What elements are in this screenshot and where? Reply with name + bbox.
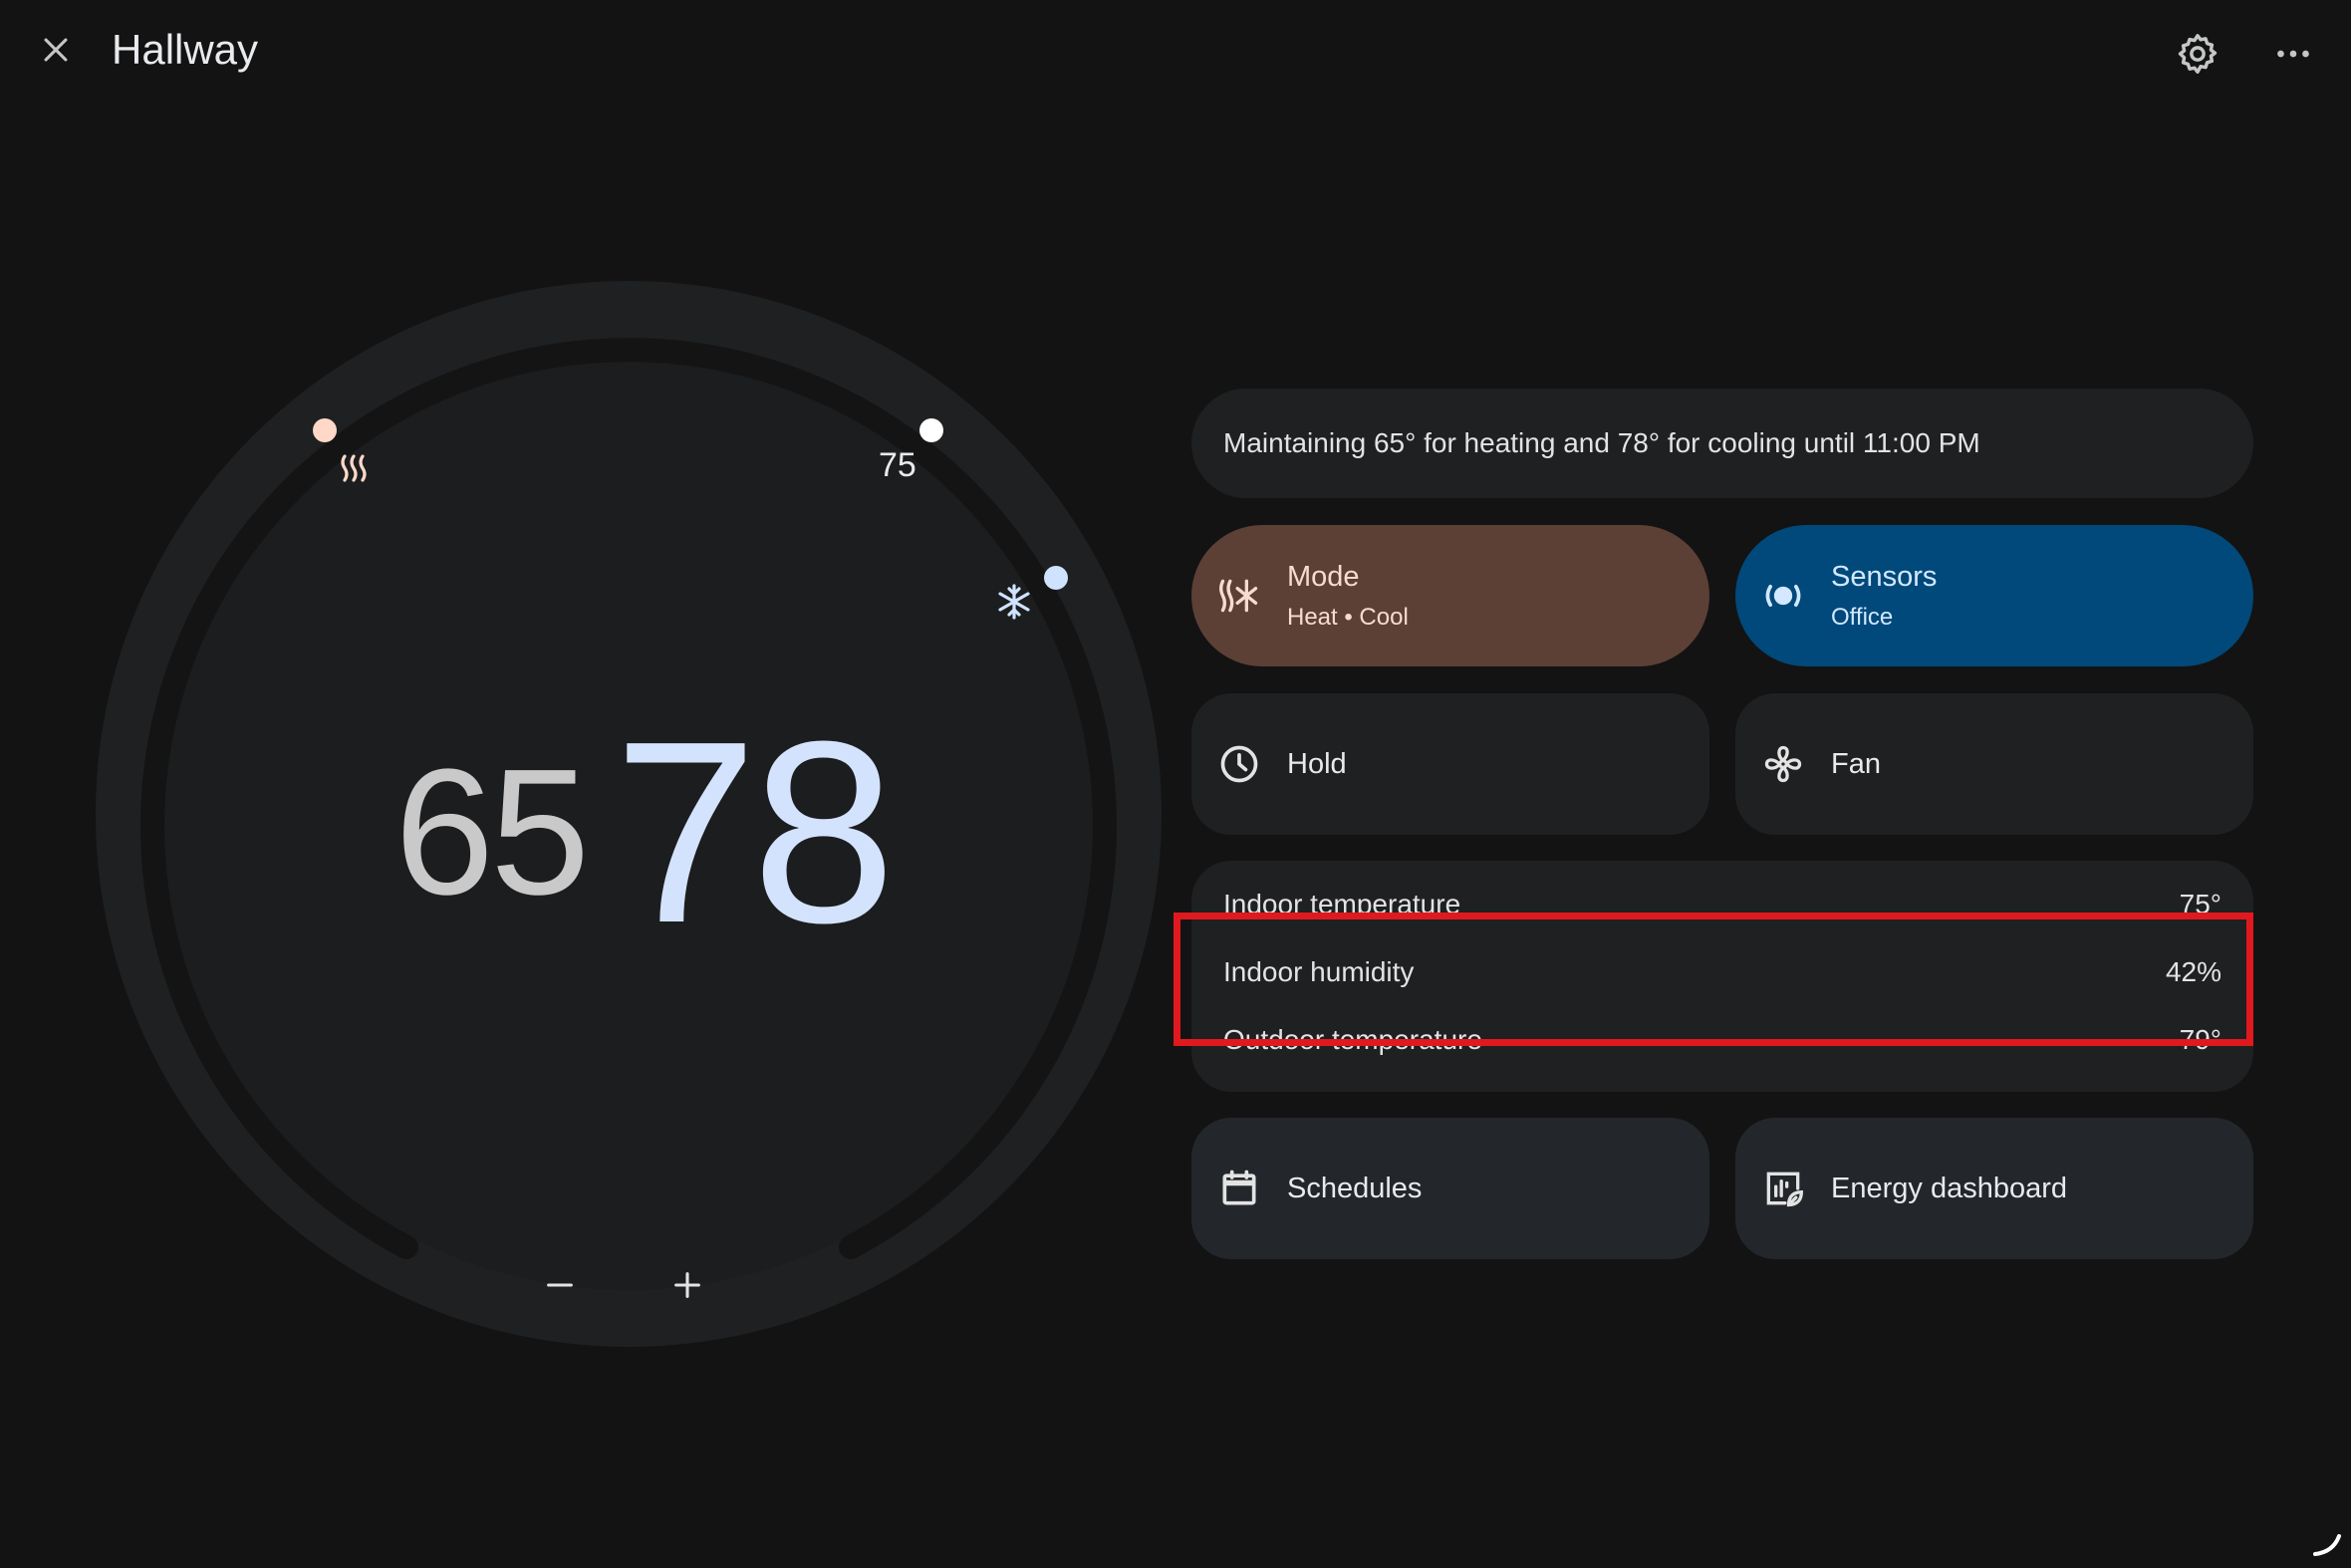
gear-icon bbox=[2178, 34, 2218, 74]
indoor-temp-marker-label: 75 bbox=[879, 446, 916, 484]
cool-setpoint-handle[interactable] bbox=[1044, 566, 1068, 590]
heat-icon bbox=[341, 454, 367, 482]
resize-handle-icon[interactable] bbox=[2309, 1524, 2345, 1560]
mode-label: Mode bbox=[1287, 560, 1360, 593]
fan-tile[interactable]: Fan bbox=[1735, 693, 2253, 835]
hold-label: Hold bbox=[1287, 747, 1347, 780]
heat-cool-icon bbox=[1215, 572, 1263, 620]
settings-button[interactable] bbox=[2170, 26, 2225, 82]
status-text: Maintaining 65° for heating and 78° for … bbox=[1223, 427, 1980, 458]
sensors-label: Sensors bbox=[1831, 560, 1938, 593]
sensor-icon bbox=[1759, 572, 1807, 620]
info-value: 79° bbox=[2179, 1024, 2221, 1055]
fan-icon bbox=[1759, 740, 1807, 788]
schedules-label: Schedules bbox=[1287, 1172, 1423, 1204]
indoor-humidity-row: Indoor humidity 42% bbox=[1223, 956, 2221, 996]
energy-dashboard-label: Energy dashboard bbox=[1831, 1172, 2067, 1204]
outdoor-temperature-row: Outdoor temperature 79° bbox=[1223, 1024, 2221, 1064]
top-bar: Hallway bbox=[0, 0, 2351, 110]
info-value: 42% bbox=[2165, 956, 2221, 987]
plus-icon bbox=[674, 1272, 700, 1298]
mode-value: Heat • Cool bbox=[1287, 603, 1409, 631]
heat-setpoint-value: 65 bbox=[394, 732, 590, 932]
minus-icon bbox=[547, 1283, 573, 1287]
calendar-icon bbox=[1215, 1165, 1263, 1212]
more-horizontal-icon bbox=[2277, 50, 2309, 58]
fan-label: Fan bbox=[1831, 747, 1881, 780]
info-value: 75° bbox=[2179, 889, 2221, 919]
heat-setpoint-handle[interactable] bbox=[313, 418, 337, 442]
page-title: Hallway bbox=[112, 26, 259, 73]
more-options-button[interactable] bbox=[2265, 26, 2321, 82]
close-button[interactable] bbox=[28, 22, 84, 78]
sensors-value: Office bbox=[1831, 603, 1894, 631]
status-message: Maintaining 65° for heating and 78° for … bbox=[1191, 389, 2253, 498]
info-label: Indoor temperature bbox=[1223, 889, 1461, 919]
thermostat-page: Hallway 75 65 78 Maintaining 65° for hea… bbox=[0, 0, 2351, 1568]
hold-tile[interactable]: Hold bbox=[1191, 693, 1709, 835]
info-label: Indoor humidity bbox=[1223, 956, 1415, 987]
close-icon bbox=[44, 38, 68, 62]
mode-tile[interactable]: Mode Heat • Cool bbox=[1191, 525, 1709, 666]
indoor-temp-marker bbox=[919, 418, 943, 442]
indoor-temperature-row: Indoor temperature 75° bbox=[1223, 889, 2221, 928]
snowflake-icon bbox=[998, 584, 1030, 620]
decrease-temp-button[interactable] bbox=[528, 1253, 592, 1317]
climate-info-card[interactable]: Indoor temperature 75° Indoor humidity 4… bbox=[1191, 861, 2253, 1092]
sensors-tile[interactable]: Sensors Office bbox=[1735, 525, 2253, 666]
increase-temp-button[interactable] bbox=[655, 1253, 719, 1317]
thermostat-dial[interactable]: 75 65 78 bbox=[96, 281, 1162, 1347]
cool-setpoint-value: 78 bbox=[614, 688, 896, 977]
info-label: Outdoor temperature bbox=[1223, 1024, 1482, 1055]
clock-icon bbox=[1215, 740, 1263, 788]
schedules-tile[interactable]: Schedules bbox=[1191, 1118, 1709, 1259]
energy-dashboard-tile[interactable]: Energy dashboard bbox=[1735, 1118, 2253, 1259]
energy-dashboard-icon bbox=[1759, 1165, 1807, 1212]
